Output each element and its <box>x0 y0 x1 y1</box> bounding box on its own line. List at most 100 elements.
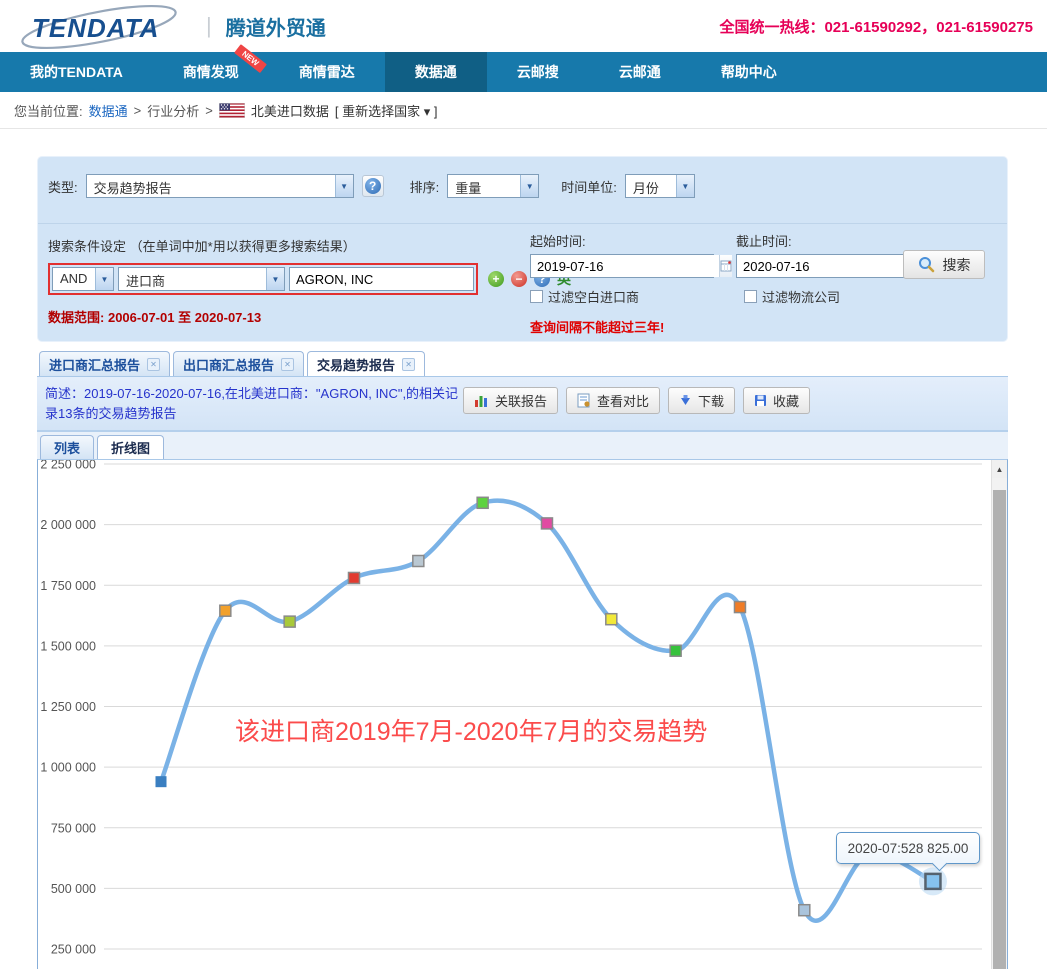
summary-buttons: 关联报告 查看对比 下载 <box>463 387 810 414</box>
reselect-country-button[interactable]: [ 重新选择国家 ▾ ] <box>335 101 438 120</box>
nav-item-cloud-mail-search[interactable]: 云邮搜 <box>487 52 589 92</box>
breadcrumb-sep2: > <box>205 103 213 118</box>
time-unit-select[interactable]: 月份 ▼ <box>625 174 695 198</box>
breadcrumb-industry[interactable]: 行业分析 <box>147 101 199 120</box>
keyword-input[interactable] <box>289 267 474 291</box>
scroll-up-icon[interactable]: ▲ <box>992 460 1007 478</box>
date-filter-column: 起始时间: 截止时间: <box>530 231 920 336</box>
breadcrumb-prefix: 您当前位置: <box>14 101 83 120</box>
report-type-row: 类型: 交易趋势报告 ▼ ? 排序: 重量 ▼ 时间单位: 月份 ▼ <box>48 174 695 198</box>
chevron-down-icon[interactable]: ▼ <box>95 268 113 290</box>
breadcrumb: 您当前位置: 数据通 > 行业分析 > 北美进口数据 [ 重新选择国家 ▾ ] <box>0 92 1047 129</box>
close-icon[interactable]: ✕ <box>402 358 415 371</box>
start-date-input[interactable] <box>531 255 719 277</box>
checkbox-icon[interactable] <box>744 290 757 303</box>
start-date-label: 起始时间: <box>530 231 714 250</box>
filter-logistics-checkbox[interactable]: 过滤物流公司 <box>744 287 840 306</box>
report-tab-strip: 进口商汇总报告 ✕ 出口商汇总报告 ✕ 交易趋势报告 ✕ <box>37 349 1008 377</box>
scrollbar-thumb[interactable] <box>993 490 1006 969</box>
svg-text:500 000: 500 000 <box>51 882 96 896</box>
breadcrumb-link-datahub[interactable]: 数据通 <box>89 101 128 120</box>
filter-panel: 类型: 交易趋势报告 ▼ ? 排序: 重量 ▼ 时间单位: 月份 ▼ 搜索条件设… <box>37 156 1008 342</box>
us-flag-icon <box>219 103 245 118</box>
svg-text:250 000: 250 000 <box>51 943 96 957</box>
download-icon <box>679 394 692 407</box>
type-label: 类型: <box>48 177 78 196</box>
condition-row: AND ▼ 进口商 ▼ + − ? 英 <box>48 263 523 295</box>
tab-exporter-summary[interactable]: 出口商汇总报告 ✕ <box>173 351 304 376</box>
sort-label: 排序: <box>410 177 440 196</box>
nav-item-datahub[interactable]: 数据通 <box>385 52 487 92</box>
breadcrumb-sep: > <box>134 103 142 118</box>
tab-importer-summary[interactable]: 进口商汇总报告 ✕ <box>39 351 170 376</box>
svg-text:1 250 000: 1 250 000 <box>40 700 96 714</box>
save-disk-icon <box>754 394 767 407</box>
field-select[interactable]: 进口商 ▼ <box>118 267 285 291</box>
type-help-button[interactable]: ? <box>362 175 384 197</box>
filter-checkboxes: 过滤空白进口商 过滤物流公司 <box>530 287 920 306</box>
summary-bar: 简述：2019-07-16-2020-07-16,在北美进口商："AGRON, … <box>37 377 1008 432</box>
trend-line-chart: 2 250 000 2 000 000 1 750 000 1 500 000 1 25… <box>37 459 1008 969</box>
search-button[interactable]: 搜索 <box>903 250 985 279</box>
panel-divider <box>38 223 1007 224</box>
chevron-down-icon[interactable]: ▼ <box>520 175 538 197</box>
data-range-value: 2006-07-01 至 2020-07-13 <box>108 310 261 325</box>
end-date-group: 截止时间: <box>736 231 920 278</box>
nav-item-help-center[interactable]: 帮助中心 <box>691 52 807 92</box>
data-point-tooltip: 2020-07:528 825.00 <box>836 832 980 864</box>
svg-text:750 000: 750 000 <box>51 822 96 836</box>
sort-select[interactable]: 重量 ▼ <box>447 174 539 198</box>
nav-item-discovery[interactable]: 商情发现 NEW <box>153 52 269 92</box>
start-date-box <box>530 254 714 278</box>
bool-operator-select[interactable]: AND ▼ <box>52 267 114 291</box>
remove-condition-icon[interactable]: − <box>511 271 527 287</box>
svg-text:2 000 000: 2 000 000 <box>40 518 96 532</box>
filter-blank-importer-checkbox[interactable]: 过滤空白进口商 <box>530 287 639 306</box>
type-select[interactable]: 交易趋势报告 ▼ <box>86 174 354 198</box>
tab-list-view[interactable]: 列表 <box>40 435 94 459</box>
summary-text: 简述：2019-07-16-2020-07-16,在北美进口商："AGRON, … <box>45 384 463 424</box>
tendata-logo[interactable]: TENDATA <box>24 3 184 49</box>
site-title: 腾道外贸通 <box>226 12 326 41</box>
view-tab-strip: 列表 折线图 <box>37 432 1008 459</box>
main-panel: 类型: 交易趋势报告 ▼ ? 排序: 重量 ▼ 时间单位: 月份 ▼ 搜索条件设… <box>37 156 1008 969</box>
tab-line-chart-view[interactable]: 折线图 <box>97 435 164 459</box>
main-nav: 我的TENDATA 商情发现 NEW 商情雷达 数据通 云邮搜 云邮通 帮助中心 <box>0 52 1047 92</box>
start-date-group: 起始时间: <box>530 231 714 278</box>
checkbox-icon[interactable] <box>530 290 543 303</box>
search-conditions-title: 搜索条件设定 （在单词中加*用以获得更多搜索结果） <box>48 236 523 255</box>
chevron-down-icon[interactable]: ▼ <box>335 175 353 197</box>
end-date-box <box>736 254 920 278</box>
close-icon[interactable]: ✕ <box>147 358 160 371</box>
interval-warning: 查询间隔不能超过三年! <box>530 317 920 336</box>
related-report-button[interactable]: 关联报告 <box>463 387 558 414</box>
logo-text: TENDATA <box>32 13 159 44</box>
bar-chart-icon <box>474 394 489 408</box>
nav-item-radar[interactable]: 商情雷达 <box>269 52 385 92</box>
chevron-down-icon[interactable]: ▼ <box>266 268 284 290</box>
download-button[interactable]: 下载 <box>668 387 735 414</box>
svg-text:1 500 000: 1 500 000 <box>40 640 96 654</box>
data-range: 数据范围: 2006-07-01 至 2020-07-13 <box>48 307 523 326</box>
chart-scrollbar[interactable]: ▲ <box>991 460 1007 969</box>
favorite-button[interactable]: 收藏 <box>743 387 810 414</box>
nav-item-my-tendata[interactable]: 我的TENDATA <box>0 52 153 92</box>
view-comparison-button[interactable]: 查看对比 <box>566 387 660 414</box>
svg-text:1 000 000: 1 000 000 <box>40 761 96 775</box>
hotline: 全国统一热线：021-61590292，021-61590275 <box>719 16 1033 37</box>
search-conditions: 搜索条件设定 （在单词中加*用以获得更多搜索结果） AND ▼ 进口商 ▼ <box>48 236 523 326</box>
add-condition-icon[interactable]: + <box>488 271 504 287</box>
end-date-input[interactable] <box>737 255 925 277</box>
search-hint: （在单词中加*用以获得更多搜索结果） <box>130 239 356 254</box>
breadcrumb-page: 北美进口数据 <box>251 101 329 120</box>
tab-trade-trend[interactable]: 交易趋势报告 ✕ <box>307 351 425 376</box>
nav-item-cloud-mail[interactable]: 云邮通 <box>589 52 691 92</box>
help-icon: ? <box>365 178 381 194</box>
svg-text:1 750 000: 1 750 000 <box>40 579 96 593</box>
svg-text:2 250 000: 2 250 000 <box>40 460 96 472</box>
document-compare-icon <box>577 393 591 408</box>
calendar-icon[interactable] <box>719 255 732 277</box>
chevron-down-icon[interactable]: ▼ <box>676 175 694 197</box>
time-unit-label: 时间单位: <box>561 177 617 196</box>
close-icon[interactable]: ✕ <box>281 358 294 371</box>
